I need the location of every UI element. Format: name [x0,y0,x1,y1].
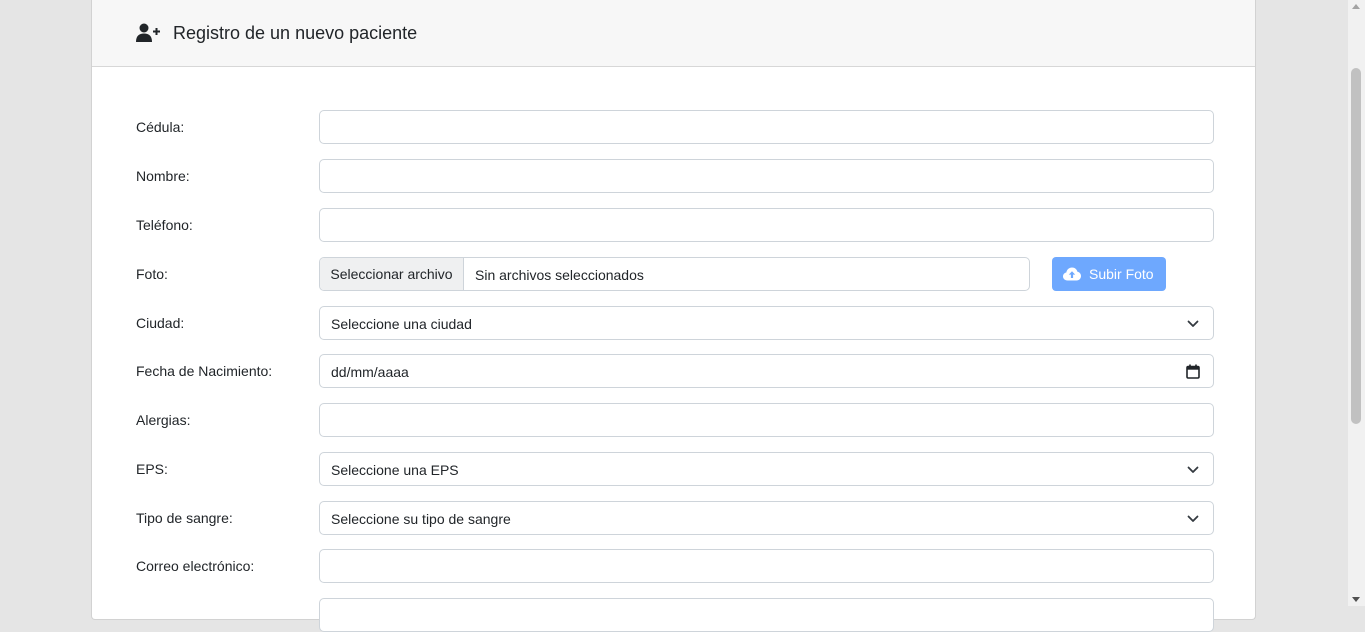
registration-card: Registro de un nuevo paciente Cédula: No… [91,0,1256,632]
blood-type-select[interactable]: Seleccione su tipo de sangre [319,501,1214,535]
nombre-input[interactable] [319,159,1214,193]
chevron-down-icon [1187,466,1199,473]
form-row-foto: Foto: Seleccionar archivo Sin archivos s… [92,257,1255,291]
email-field[interactable] [319,549,1214,583]
alergias-label: Alergias: [136,412,191,428]
eps-label: EPS: [136,461,168,477]
scrollbar-thumb[interactable] [1351,68,1361,424]
nombre-label: Nombre: [136,168,190,184]
user-plus-icon [136,23,160,42]
sangre-label: Tipo de sangre: [136,510,233,526]
form-row-alergias: Alergias: [92,403,1255,437]
file-status: Sin archivos seleccionados [475,267,644,283]
card-header: Registro de un nuevo paciente [92,0,1255,67]
correo-label: Correo electrónico: [136,558,255,574]
form-row-ciudad: Ciudad: Seleccione una ciudad [92,306,1255,340]
choose-file-button[interactable]: Seleccionar archivo [320,258,464,290]
cedula-label: Cédula: [136,119,185,135]
telefono-label: Teléfono: [136,217,193,233]
telefono-input[interactable] [319,208,1214,242]
cedula-input[interactable] [319,110,1214,144]
next-input[interactable] [319,598,1214,632]
form-row-correo: Correo electrónico: [92,549,1255,583]
foto-label: Foto: [136,266,168,282]
ciudad-label: Ciudad: [136,315,185,331]
form-row-nombre: Nombre: [92,159,1255,193]
scroll-down-icon[interactable] [1352,597,1360,602]
form-row-next [92,598,1255,632]
chevron-down-icon [1187,320,1199,327]
page-title: Registro de un nuevo paciente [173,23,418,43]
form-row-eps: EPS: Seleccione una EPS [92,452,1255,486]
fecha-label: Fecha de Nacimiento: [136,363,273,379]
alergias-input[interactable] [319,403,1214,437]
scroll-up-icon[interactable] [1352,4,1360,9]
cloud-upload-icon [1063,267,1081,281]
vertical-scrollbar[interactable] [1348,0,1365,606]
form-row-telefono: Teléfono: [92,208,1255,242]
form-row-sangre: Tipo de sangre: Seleccione su tipo de sa… [92,501,1255,535]
form-row-cedula: Cédula: [92,110,1255,144]
calendar-icon[interactable] [1186,364,1200,379]
form-row-fecha: Fecha de Nacimiento: dd/mm/aaaa [92,354,1255,388]
upload-photo-button[interactable]: Subir Foto [1052,257,1166,291]
upload-photo-label: Subir Foto [1089,266,1154,282]
eps-select[interactable]: Seleccione una EPS [319,452,1214,486]
file-input[interactable]: Seleccionar archivo Sin archivos selecci… [319,257,1030,291]
ciudad-select[interactable]: Seleccione una ciudad [319,306,1214,340]
chevron-down-icon [1187,515,1199,522]
birthdate-input[interactable]: dd/mm/aaaa [319,354,1214,388]
